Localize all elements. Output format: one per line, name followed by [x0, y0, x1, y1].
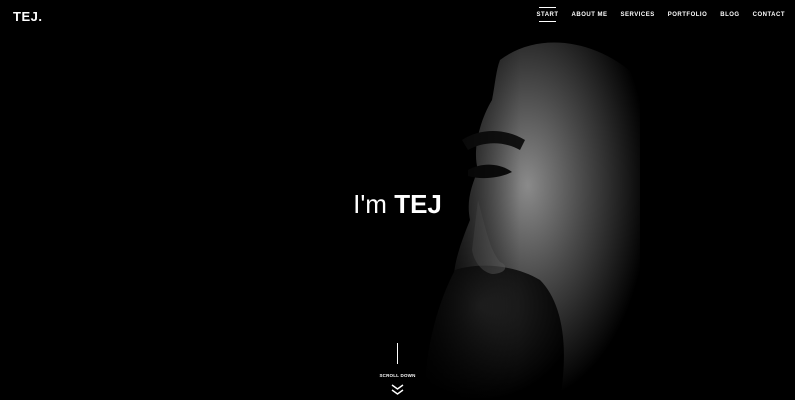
nav-item-about-me[interactable]: ABOUT ME [572, 12, 608, 18]
headline-name: TEJ [394, 189, 442, 219]
scroll-down-label[interactable]: SCROLL DOWN [0, 373, 795, 378]
nav-item-start[interactable]: START [536, 7, 558, 22]
site-logo[interactable]: TEJ. [13, 9, 42, 24]
double-chevron-down-icon[interactable] [391, 384, 404, 396]
scroll-indicator-line [397, 343, 398, 364]
main-nav: START ABOUT ME SERVICES PORTFOLIO BLOG C… [536, 7, 785, 22]
nav-item-services[interactable]: SERVICES [621, 12, 655, 18]
nav-item-contact[interactable]: CONTACT [753, 12, 785, 18]
hero-section: TEJ. START ABOUT ME SERVICES PORTFOLIO B… [0, 0, 795, 400]
nav-item-blog[interactable]: BLOG [720, 12, 739, 18]
headline-prefix: I'm [353, 189, 387, 219]
hero-headline: I'm TEJ [0, 186, 795, 222]
nav-item-portfolio[interactable]: PORTFOLIO [668, 12, 708, 18]
